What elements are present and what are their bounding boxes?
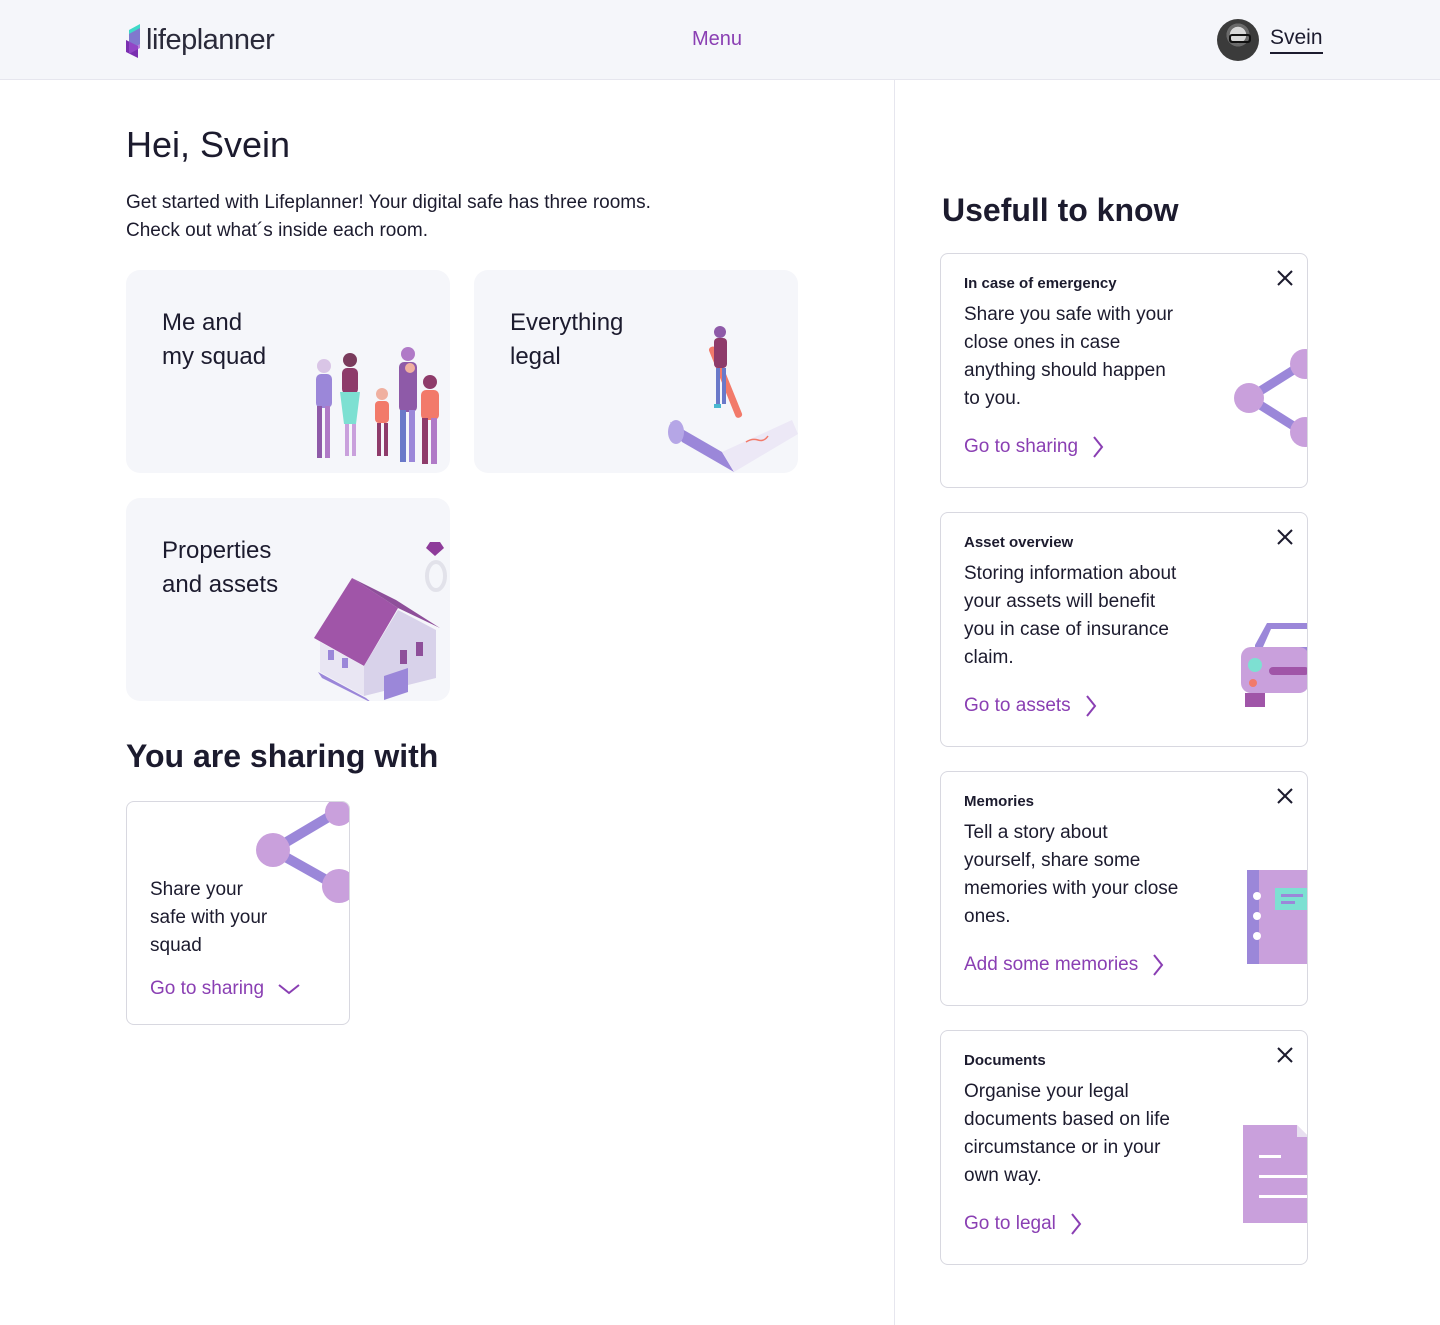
avatar	[1217, 19, 1259, 61]
column-divider	[894, 80, 895, 1325]
share-card-text-line: squad	[150, 935, 202, 956]
document-illustration-icon	[1243, 1125, 1307, 1223]
tip-body: Share you safe with your close ones in c…	[964, 304, 1174, 409]
tip-body: Tell a story about yourself, share some …	[964, 822, 1179, 927]
close-icon[interactable]	[1274, 785, 1296, 807]
share-card-text-line: Share your	[150, 879, 243, 900]
tip-link-go-to-assets[interactable]: Go to assets	[964, 695, 1097, 717]
room-title: Properties and assets	[162, 534, 312, 602]
room-title: Me and my squad	[162, 306, 312, 374]
tip-card-documents: Documents Organise your legal documents …	[940, 1030, 1308, 1265]
link-label: Go to assets	[964, 695, 1071, 716]
tip-heading: Documents	[964, 1052, 1046, 1069]
room-title-line: and assets	[162, 571, 279, 598]
room-card-properties-and-assets[interactable]: Properties and assets	[126, 498, 450, 701]
house-and-ring-illustration-icon	[314, 542, 447, 701]
tip-body: Storing information about your assets wi…	[964, 563, 1177, 668]
sharing-section-title: You are sharing with	[126, 738, 439, 774]
tip-card-emergency: In case of emergency Share you safe with…	[940, 253, 1308, 488]
room-title-line: Everything	[510, 309, 624, 336]
family-illustration-icon	[316, 347, 439, 464]
car-illustration-icon	[1241, 623, 1307, 707]
pen-and-document-illustration-icon	[668, 326, 798, 472]
chevron-down-icon	[278, 984, 300, 995]
link-label: Go to sharing	[150, 978, 265, 999]
useful-to-know-title: Usefull to know	[942, 192, 1179, 228]
tip-card-asset-overview: Asset overview Storing information about…	[940, 512, 1308, 747]
close-icon[interactable]	[1274, 267, 1296, 289]
share-card-text: Share your safe with your squad	[150, 876, 300, 960]
tip-heading: Memories	[964, 793, 1035, 810]
tip-heading: In case of emergency	[964, 275, 1117, 292]
room-title-line: legal	[510, 343, 561, 370]
menu-button[interactable]: Menu	[692, 28, 742, 51]
intro-line-2: Check out what´s inside each room.	[126, 220, 429, 241]
link-label: Go to sharing	[964, 436, 1079, 457]
notebook-illustration-icon	[1247, 870, 1307, 964]
tip-link-go-to-sharing[interactable]: Go to sharing	[964, 436, 1104, 458]
chevron-right-icon	[1153, 954, 1164, 976]
chevron-right-icon	[1093, 436, 1104, 458]
tip-body: Organise your legal documents based on l…	[964, 1081, 1170, 1186]
share-icon	[1234, 349, 1307, 447]
close-icon[interactable]	[1274, 1044, 1296, 1066]
share-card-text-line: safe with your	[150, 907, 268, 928]
tip-heading: Asset overview	[964, 534, 1074, 551]
link-label: Add some memories	[964, 954, 1139, 975]
room-title: Everything legal	[510, 306, 660, 374]
link-label: Go to legal	[964, 1213, 1056, 1234]
room-title-line: Properties	[162, 537, 272, 564]
close-icon[interactable]	[1274, 526, 1296, 548]
room-card-me-and-my-squad[interactable]: Me and my squad	[126, 270, 450, 473]
logo-mark-icon	[126, 24, 140, 58]
user-name[interactable]: Svein	[1270, 26, 1323, 54]
lifeplanner-logo[interactable]: lifeplanner	[126, 20, 275, 60]
page-greeting: Hei, Svein	[126, 124, 291, 165]
intro-line-1: Get started with Lifeplanner! Your digit…	[126, 192, 651, 213]
room-card-everything-legal[interactable]: Everything legal	[474, 270, 798, 473]
tip-link-go-to-legal[interactable]: Go to legal	[964, 1213, 1082, 1235]
chevron-right-icon	[1071, 1213, 1082, 1235]
room-title-line: Me and	[162, 309, 243, 336]
intro-text: Get started with Lifeplanner! Your digit…	[126, 189, 766, 245]
user-profile-link[interactable]: Svein	[1217, 19, 1323, 61]
room-title-line: my squad	[162, 343, 267, 370]
logo-text: lifeplanner	[146, 23, 275, 56]
top-header: lifeplanner Menu Svein	[0, 0, 1440, 80]
chevron-right-icon	[1085, 695, 1096, 717]
go-to-sharing-link[interactable]: Go to sharing	[150, 978, 300, 1000]
tip-link-add-memories[interactable]: Add some memories	[964, 954, 1164, 976]
tip-card-memories: Memories Tell a story about yourself, sh…	[940, 771, 1308, 1006]
